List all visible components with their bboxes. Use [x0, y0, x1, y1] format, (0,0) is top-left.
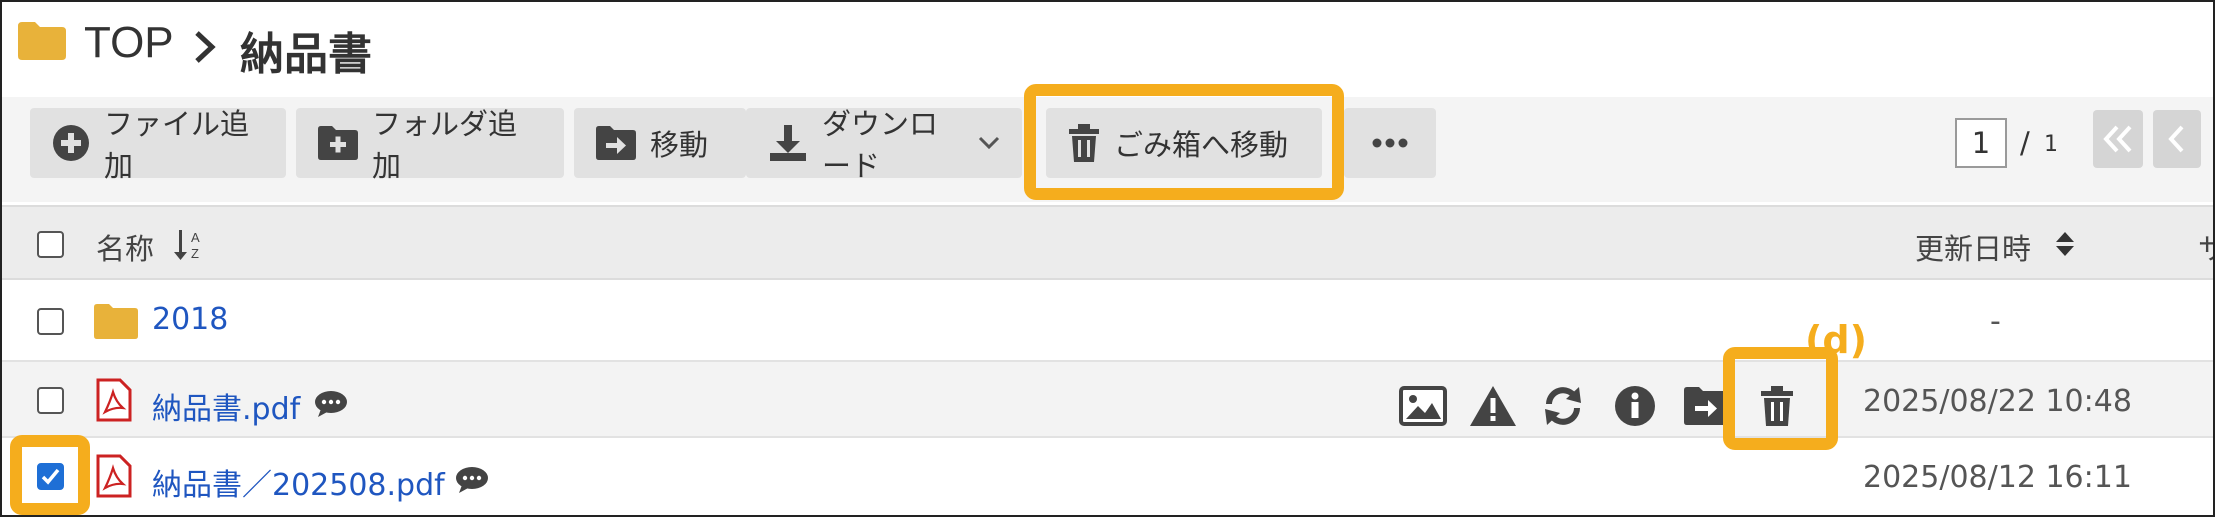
chevron-down-icon	[978, 136, 1000, 150]
chevron-left-icon	[2168, 125, 2184, 153]
highlight-trash-button	[1024, 84, 1344, 200]
breadcrumb-current: 納品書	[240, 29, 372, 80]
info-button[interactable]	[1609, 380, 1661, 432]
prev-page-button[interactable]	[2153, 110, 2201, 168]
add-file-button[interactable]: ファイル追加	[30, 107, 286, 183]
pdf-file-icon	[96, 378, 132, 422]
row-checkbox[interactable]	[37, 387, 64, 414]
modified-date: -	[1990, 304, 2001, 339]
download-label: ダウンロード	[822, 107, 939, 183]
move-label: 移動	[650, 128, 709, 162]
table-row[interactable]	[2, 280, 2213, 362]
plus-circle-icon	[52, 124, 90, 162]
highlight-checkbox	[10, 435, 90, 515]
ellipsis-icon	[1372, 138, 1408, 148]
info-icon	[1615, 386, 1655, 426]
page-number-input[interactable]: 1	[1955, 118, 2007, 168]
folder-icon	[94, 304, 138, 339]
comment-icon[interactable]	[314, 390, 348, 418]
add-file-label: ファイル追加	[104, 107, 250, 183]
pdf-file-icon	[96, 454, 132, 498]
image-preview-button[interactable]	[1397, 380, 1449, 432]
add-folder-label: フォルダ追加	[372, 107, 518, 183]
warning-icon	[1470, 386, 1516, 426]
svg-text:Z: Z	[191, 246, 199, 261]
highlight-delete-button	[1723, 347, 1838, 450]
modified-date: 2025/08/12 16:11	[1863, 460, 2132, 495]
file-name-link[interactable]: 納品書／202508.pdf	[152, 460, 445, 504]
page-total: 1	[2044, 132, 2058, 157]
breadcrumb-folder-icon	[18, 22, 66, 60]
folder-move-icon	[596, 126, 636, 160]
column-header-date[interactable]: 更新日時	[1915, 226, 2031, 268]
select-all-checkbox[interactable]	[37, 231, 64, 258]
folder-move-icon	[1684, 387, 1728, 425]
refresh-button[interactable]	[1537, 380, 1589, 432]
page-slash: /	[2020, 126, 2030, 160]
move-button[interactable]: 移動	[574, 108, 746, 178]
warning-button[interactable]	[1467, 380, 1519, 432]
column-header-name[interactable]: 名称	[96, 226, 154, 268]
comment-icon[interactable]	[455, 466, 489, 494]
double-chevron-left-icon	[2103, 125, 2132, 153]
chevron-right-icon	[195, 31, 216, 63]
column-header-size-cut: サ	[2198, 232, 2215, 266]
table-header	[2, 205, 2213, 280]
breadcrumb-root-link[interactable]: TOP	[84, 18, 174, 68]
row-checkbox[interactable]	[37, 308, 64, 335]
sort-az-icon[interactable]: A Z	[174, 228, 206, 262]
svg-text:A: A	[191, 230, 200, 245]
download-button[interactable]: ダウンロード	[746, 107, 1022, 183]
first-page-button[interactable]	[2093, 110, 2143, 168]
download-icon	[768, 123, 808, 163]
refresh-icon	[1545, 387, 1581, 425]
add-folder-button[interactable]: フォルダ追加	[296, 107, 564, 183]
folder-name-link[interactable]: 2018	[152, 302, 228, 337]
more-options-button[interactable]	[1344, 108, 1436, 178]
sort-updown-icon[interactable]	[2055, 230, 2075, 258]
file-name-link[interactable]: 納品書.pdf	[152, 384, 300, 428]
folder-plus-icon	[318, 126, 358, 160]
image-icon	[1399, 386, 1447, 426]
annotation-label: (d)	[1805, 318, 1867, 362]
modified-date: 2025/08/22 10:48	[1863, 384, 2132, 419]
